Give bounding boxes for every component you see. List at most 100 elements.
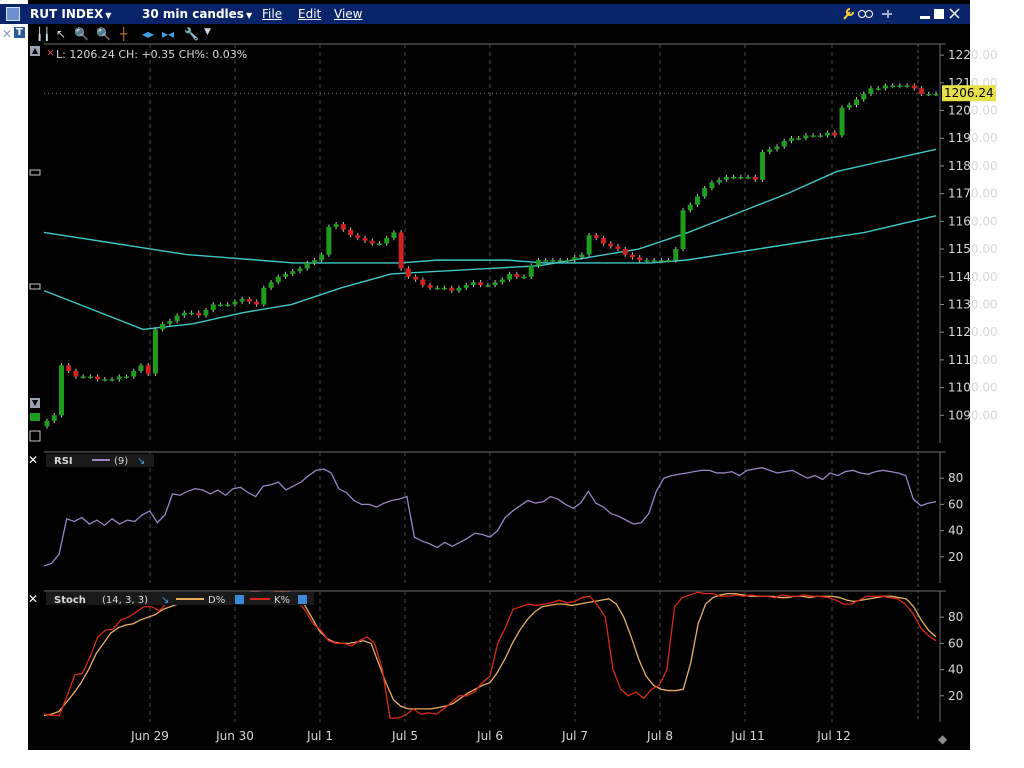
price-y-tick-label: 1140.00 xyxy=(948,270,998,284)
candle xyxy=(456,287,462,291)
candle xyxy=(817,135,823,137)
x-axis-label: Jul 12 xyxy=(816,729,851,743)
candle xyxy=(781,140,787,147)
scroll-right-arrow-icon[interactable]: ◆ xyxy=(938,732,947,746)
candle xyxy=(651,260,657,262)
candle xyxy=(167,321,173,324)
candle xyxy=(420,279,426,286)
price-y-tick-label: 1160.00 xyxy=(948,214,998,228)
candle xyxy=(788,138,794,141)
candle xyxy=(333,224,339,227)
candle xyxy=(362,237,368,241)
price-panel-bg xyxy=(44,44,940,443)
candle xyxy=(579,254,585,258)
candle xyxy=(933,93,939,96)
candle xyxy=(694,196,700,205)
rsi-y-tick-label: 80 xyxy=(948,471,963,485)
candle xyxy=(290,271,296,274)
x-axis-label: Jun 29 xyxy=(130,729,169,743)
candle xyxy=(745,177,751,179)
candle xyxy=(550,260,556,262)
price-y-tick-label: 1220.00 xyxy=(948,48,998,62)
checkbox-icon[interactable] xyxy=(235,595,244,604)
candle xyxy=(601,237,607,244)
candle xyxy=(160,323,166,330)
candle xyxy=(767,149,773,153)
candle xyxy=(853,99,859,105)
rsi-legend-name: RSI xyxy=(54,456,73,467)
candle xyxy=(803,135,809,139)
candle xyxy=(731,177,737,179)
price-y-tick-label: 1170.00 xyxy=(948,187,998,201)
candle xyxy=(152,329,158,374)
legend-icon xyxy=(30,413,40,421)
price-y-tick-label: 1180.00 xyxy=(948,159,998,173)
candle xyxy=(239,298,245,302)
candle xyxy=(311,260,317,263)
candle xyxy=(839,107,845,136)
candle xyxy=(919,88,925,94)
chart-canvas: 1220.001210.001200.001190.001180.001170.… xyxy=(28,43,998,750)
candle xyxy=(825,132,831,136)
stoch-y-tick-label: 20 xyxy=(948,689,963,703)
candle xyxy=(644,260,650,262)
candle xyxy=(95,376,101,380)
candle xyxy=(413,276,419,280)
candle xyxy=(58,365,64,416)
stoch-legend-name: Stoch xyxy=(54,595,86,606)
stoch-d-label: D% xyxy=(208,595,225,606)
candle xyxy=(283,273,289,277)
candle xyxy=(637,257,643,261)
candle xyxy=(564,260,570,262)
candle xyxy=(846,104,852,108)
candle xyxy=(87,376,93,378)
rsi-y-tick-label: 60 xyxy=(948,497,963,511)
x-axis-label: Jul 7 xyxy=(561,729,588,743)
candle xyxy=(673,249,679,261)
candle xyxy=(434,287,440,290)
candle xyxy=(492,282,498,286)
candle xyxy=(355,235,361,238)
x-axis-label: Jul 5 xyxy=(391,729,418,743)
candle xyxy=(44,420,50,427)
candle xyxy=(369,240,375,244)
stoch-y-tick-label: 60 xyxy=(948,636,963,650)
candle xyxy=(738,177,744,179)
candle xyxy=(196,312,202,316)
candle xyxy=(868,88,874,94)
candle xyxy=(174,315,180,322)
candle xyxy=(326,226,332,255)
candle xyxy=(586,235,592,255)
candle xyxy=(911,85,917,89)
stoch-y-tick-label: 80 xyxy=(948,610,963,624)
x-axis-label: Jul 6 xyxy=(476,729,503,743)
candle xyxy=(391,232,397,238)
candle xyxy=(709,182,715,189)
candle xyxy=(557,260,563,262)
candle xyxy=(702,188,708,197)
candle xyxy=(514,273,520,277)
candle xyxy=(716,179,722,183)
candle xyxy=(131,370,137,377)
candle xyxy=(629,254,635,258)
candle xyxy=(261,287,267,305)
candle xyxy=(760,152,766,180)
candle xyxy=(904,85,910,88)
candle xyxy=(80,376,86,378)
candle xyxy=(796,138,802,140)
price-y-tick-label: 1100.00 xyxy=(948,381,998,395)
candle xyxy=(225,304,231,306)
candle xyxy=(622,249,628,255)
candle xyxy=(181,312,187,316)
candle xyxy=(405,268,411,277)
candle xyxy=(572,257,578,261)
candle xyxy=(528,265,534,277)
stoch-k-label: K% xyxy=(274,595,290,606)
close-icon: ✕ xyxy=(28,453,38,467)
candle xyxy=(926,93,932,96)
candle xyxy=(254,301,260,305)
price-readout: L: 1206.24 CH: +0.35 CH%: 0.03% xyxy=(56,48,247,61)
checkbox-icon[interactable] xyxy=(298,595,307,604)
candle xyxy=(340,224,346,230)
candle xyxy=(593,235,599,238)
